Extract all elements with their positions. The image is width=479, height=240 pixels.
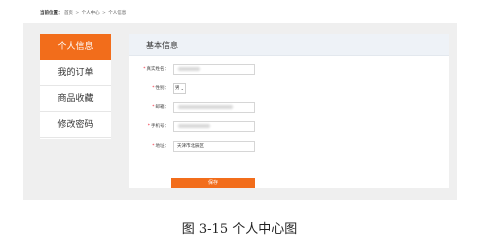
sidebar-item-personal-info[interactable]: 个人信息 bbox=[40, 34, 111, 60]
panel-title: 基本信息 bbox=[146, 41, 178, 50]
required-mark: * bbox=[152, 105, 155, 110]
sidebar-item-favorites[interactable]: 商品收藏 bbox=[40, 86, 111, 112]
redacted-value bbox=[178, 67, 200, 71]
breadcrumb-label: 当前位置： bbox=[40, 11, 63, 16]
breadcrumb: 当前位置： 首页 > 个人中心 > 个人信息 bbox=[40, 10, 126, 16]
save-button[interactable]: 保存 bbox=[171, 178, 255, 188]
sidebar-item-my-orders[interactable]: 我的订单 bbox=[40, 60, 111, 86]
gender-label: *性别： bbox=[152, 85, 169, 91]
form-row-gender: *性别： 男 ⌄ bbox=[129, 83, 449, 94]
address-input[interactable]: 天津市北辰区 bbox=[173, 141, 255, 152]
form-row-phone: *手机号： bbox=[129, 121, 449, 132]
gender-label-text: 性别： bbox=[155, 86, 170, 91]
required-mark: * bbox=[147, 124, 150, 129]
required-mark: * bbox=[152, 144, 155, 149]
email-label-text: 邮箱： bbox=[155, 105, 170, 110]
real-name-label-text: 真实姓名： bbox=[146, 67, 170, 72]
email-label: *邮箱： bbox=[152, 104, 169, 110]
breadcrumb-separator: > bbox=[75, 11, 80, 16]
breadcrumb-user-center-link[interactable]: 个人中心 bbox=[82, 11, 100, 16]
required-mark: * bbox=[152, 86, 155, 91]
required-mark: * bbox=[143, 67, 146, 72]
sidebar-nav: 个人信息 我的订单 商品收藏 修改密码 bbox=[40, 34, 111, 139]
breadcrumb-current: 个人信息 bbox=[108, 11, 127, 16]
gender-select[interactable]: 男 ⌄ bbox=[173, 83, 186, 94]
breadcrumb-separator: > bbox=[102, 11, 106, 16]
sidebar-item-change-password[interactable]: 修改密码 bbox=[40, 112, 111, 138]
chevron-down-icon: ⌄ bbox=[180, 86, 184, 91]
phone-label-text: 手机号： bbox=[151, 124, 169, 129]
real-name-label: *真实姓名： bbox=[143, 66, 169, 72]
redacted-value bbox=[178, 124, 210, 128]
form-row-real-name: *真实姓名： bbox=[129, 64, 449, 75]
figure-caption: 图 3-15 个人中心图 bbox=[181, 222, 298, 237]
panel-header: 基本信息 bbox=[129, 34, 449, 56]
form-row-address: *地址： 天津市北辰区 bbox=[129, 141, 449, 152]
form-row-email: *邮箱： bbox=[129, 102, 449, 113]
address-label-text: 地址： bbox=[155, 144, 170, 149]
redacted-value bbox=[178, 105, 233, 109]
phone-label: *手机号： bbox=[148, 123, 169, 129]
address-label: *地址： bbox=[152, 143, 169, 149]
gender-selected-value: 男 bbox=[175, 86, 180, 91]
basic-info-panel: 基本信息 *真实姓名： *性别： 男 ⌄ *邮箱： *手机号： *地址： 天津市… bbox=[129, 34, 449, 188]
breadcrumb-home-link[interactable]: 首页 bbox=[64, 11, 73, 16]
